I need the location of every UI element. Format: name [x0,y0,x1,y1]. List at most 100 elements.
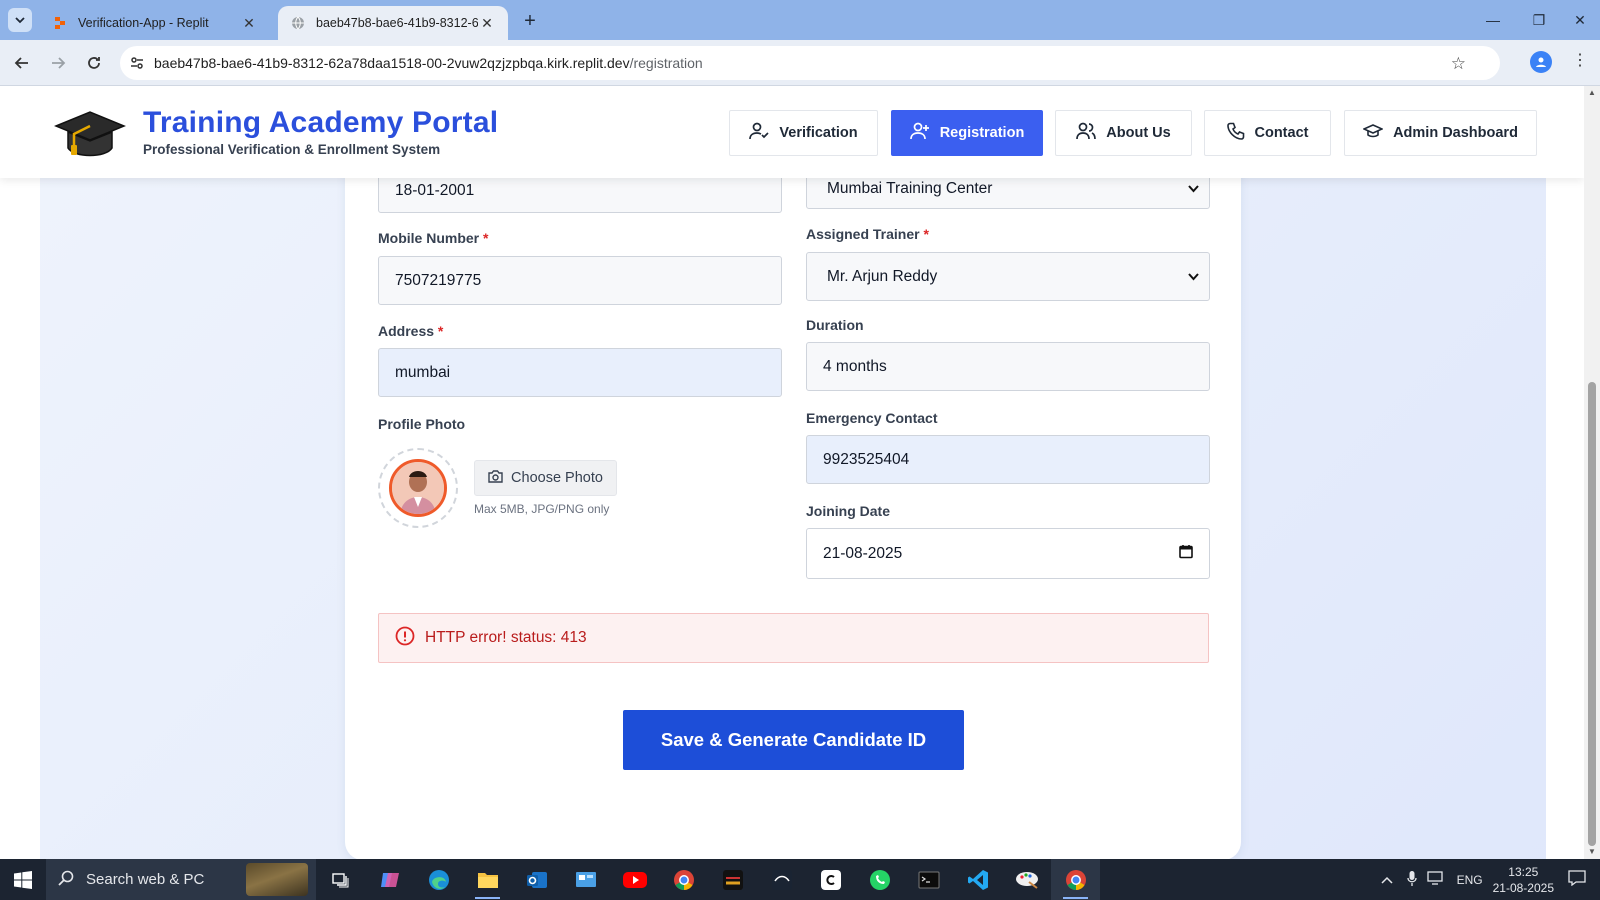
site-header: Training Academy Portal Professional Ver… [0,86,1584,178]
nav-admin-dashboard[interactable]: Admin Dashboard [1344,110,1537,156]
url-text: baeb47b8-bae6-41b9-8312-62a78daa1518-00-… [154,55,703,71]
trainer-label: Assigned Trainer * [806,226,929,242]
graduation-cap-logo-icon[interactable] [52,106,128,166]
globe-icon [290,15,306,31]
clock-time: 13:25 [1508,864,1539,879]
address-bar[interactable]: baeb47b8-bae6-41b9-8312-62a78daa1518-00-… [120,46,1500,80]
browser-toolbar: baeb47b8-bae6-41b9-8312-62a78daa1518-00-… [0,40,1600,86]
nav-verification-label: Verification [779,125,858,141]
chrome-icon[interactable] [1051,859,1100,900]
trainer-value: Mr. Arjun Reddy [827,267,938,285]
scroll-up-icon[interactable]: ▲ [1584,86,1600,100]
youtube-icon[interactable] [610,859,659,900]
error-message: HTTP error! status: 413 [425,629,587,646]
sony-liv-icon[interactable] [708,859,757,900]
calendar-icon[interactable] [1179,544,1193,564]
window-close-icon[interactable]: ✕ [1560,0,1600,40]
browser-tab-app[interactable]: baeb47b8-bae6-41b9-8312-62a78daa1518 ✕ [278,6,508,40]
save-generate-id-button[interactable]: Save & Generate Candidate ID [623,710,964,770]
terminal-icon[interactable] [904,859,953,900]
capcut-icon[interactable] [806,859,855,900]
scroll-down-icon[interactable]: ▼ [1584,845,1600,859]
replit-icon [52,15,68,31]
chevron-down-icon [1188,182,1199,196]
taskbar-search[interactable]: Search web & PC [46,859,316,900]
network-icon[interactable] [1426,871,1445,888]
chevron-up-icon[interactable] [1381,873,1393,887]
close-icon[interactable]: ✕ [240,15,258,32]
joining-date-label: Joining Date [806,503,891,519]
notification-icon[interactable] [1568,870,1586,889]
running-indicator [1063,897,1088,899]
site-title: Training Academy Portal [143,106,499,139]
nav-verification[interactable]: Verification [729,110,878,156]
browser-tab-replit[interactable]: Verification-App - Replit ✕ [40,6,270,40]
tab-search-button[interactable] [8,8,32,32]
arrow-right-icon [52,57,66,69]
outlook-icon[interactable] [512,859,561,900]
joining-date-field[interactable]: 21-08-2025 [806,528,1210,579]
profile-photo-preview [378,448,458,528]
search-highlight-image [246,863,308,896]
scrollbar-thumb[interactable] [1588,382,1596,846]
edge-icon[interactable] [414,859,463,900]
bookmark-star-icon[interactable]: ☆ [1451,54,1466,74]
restore-icon[interactable]: ❐ [1516,0,1562,40]
training-center-value: Mumbai Training Center [827,179,993,197]
copilot-icon[interactable] [365,859,414,900]
alert-circle-icon [395,626,415,651]
hotstar-icon[interactable] [757,859,806,900]
nav-registration[interactable]: Registration [891,110,1043,156]
chevron-down-icon [15,17,25,24]
taskbar-clock[interactable]: 13:25 21-08-2025 [1493,864,1554,896]
windows-start-icon[interactable] [0,859,46,900]
users-icon [1076,122,1097,144]
task-view-icon[interactable] [316,859,365,900]
site-info-icon[interactable] [120,55,154,71]
chevron-down-icon [1188,270,1199,284]
control-panel-icon[interactable] [561,859,610,900]
duration-field[interactable]: 4 months [806,342,1210,391]
error-alert: HTTP error! status: 413 [378,613,1209,663]
close-icon[interactable]: ✕ [478,15,496,32]
nav-contact-label: Contact [1254,125,1309,141]
minimize-icon[interactable]: — [1470,0,1516,40]
address-field[interactable]: mumbai [378,348,782,397]
language-indicator[interactable]: ENG [1457,873,1483,887]
url-path: /registration [629,55,703,71]
browser-menu-icon[interactable]: ⋮ [1572,50,1588,70]
trainer-select[interactable]: Mr. Arjun Reddy [806,252,1210,301]
profile-avatar-icon[interactable] [1530,51,1552,73]
mobile-field[interactable]: 7507219775 [378,256,782,305]
whatsapp-icon[interactable] [855,859,904,900]
site-subtitle: Professional Verification & Enrollment S… [143,142,441,157]
profile-photo-image [389,459,447,517]
vscode-icon[interactable] [953,859,1002,900]
chrome-profile-icon[interactable] [659,859,708,900]
new-tab-button[interactable]: + [516,8,544,36]
paint-icon[interactable] [1002,859,1051,900]
nav-contact[interactable]: Contact [1204,110,1331,156]
nav-registration-label: Registration [939,125,1025,141]
joining-date-value: 21-08-2025 [823,544,903,562]
page-scrollbar[interactable]: ▲ ▼ [1584,86,1600,859]
file-explorer-icon[interactable] [463,859,512,900]
emergency-contact-field[interactable]: 9923525404 [806,435,1210,484]
back-button[interactable] [8,49,36,77]
nav-about-us[interactable]: About Us [1055,110,1192,156]
reload-button[interactable] [80,49,108,77]
tab-title: baeb47b8-bae6-41b9-8312-62a78daa1518 [316,16,478,30]
address-value: mumbai [395,363,451,381]
forward-button[interactable] [44,49,72,77]
page-viewport: 18-01-2001 Mobile Number * 7507219775 Ad… [0,86,1584,859]
reload-icon [88,57,100,69]
nav-admin-label: Admin Dashboard [1393,125,1518,141]
mobile-value: 7507219775 [395,271,482,289]
profile-photo-label: Profile Photo [378,416,466,432]
mobile-label: Mobile Number * [378,230,489,246]
choose-photo-button[interactable]: Choose Photo [474,460,617,496]
nav-about-label: About Us [1106,125,1171,141]
graduation-cap-icon [1362,123,1385,143]
microphone-icon[interactable] [1406,870,1417,889]
windows-taskbar: Search web & PC ENG 13:25 21-08-2025 [0,859,1600,900]
